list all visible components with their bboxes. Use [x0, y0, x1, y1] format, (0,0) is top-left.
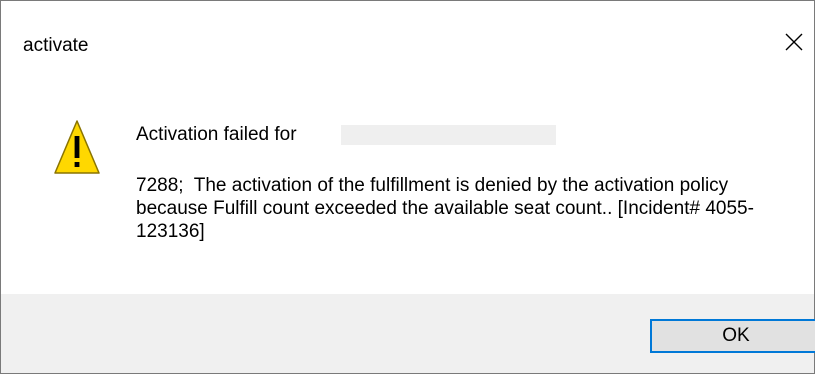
- title-bar: activate: [1, 1, 814, 61]
- dialog-heading: Activation failed for: [136, 124, 297, 145]
- window-title: activate: [23, 35, 89, 56]
- button-bar: OK: [1, 294, 815, 373]
- close-icon: [785, 33, 803, 51]
- message-dialog: activate Activation failed for 7288; The…: [0, 0, 815, 374]
- redacted-product-name: [341, 125, 556, 145]
- dialog-content: Activation failed for 7288; The activati…: [1, 61, 814, 294]
- error-message: 7288; The activation of the fulfillment …: [136, 175, 754, 242]
- ok-button[interactable]: OK: [650, 319, 815, 353]
- warning-icon: [54, 120, 100, 174]
- close-button[interactable]: [771, 19, 815, 65]
